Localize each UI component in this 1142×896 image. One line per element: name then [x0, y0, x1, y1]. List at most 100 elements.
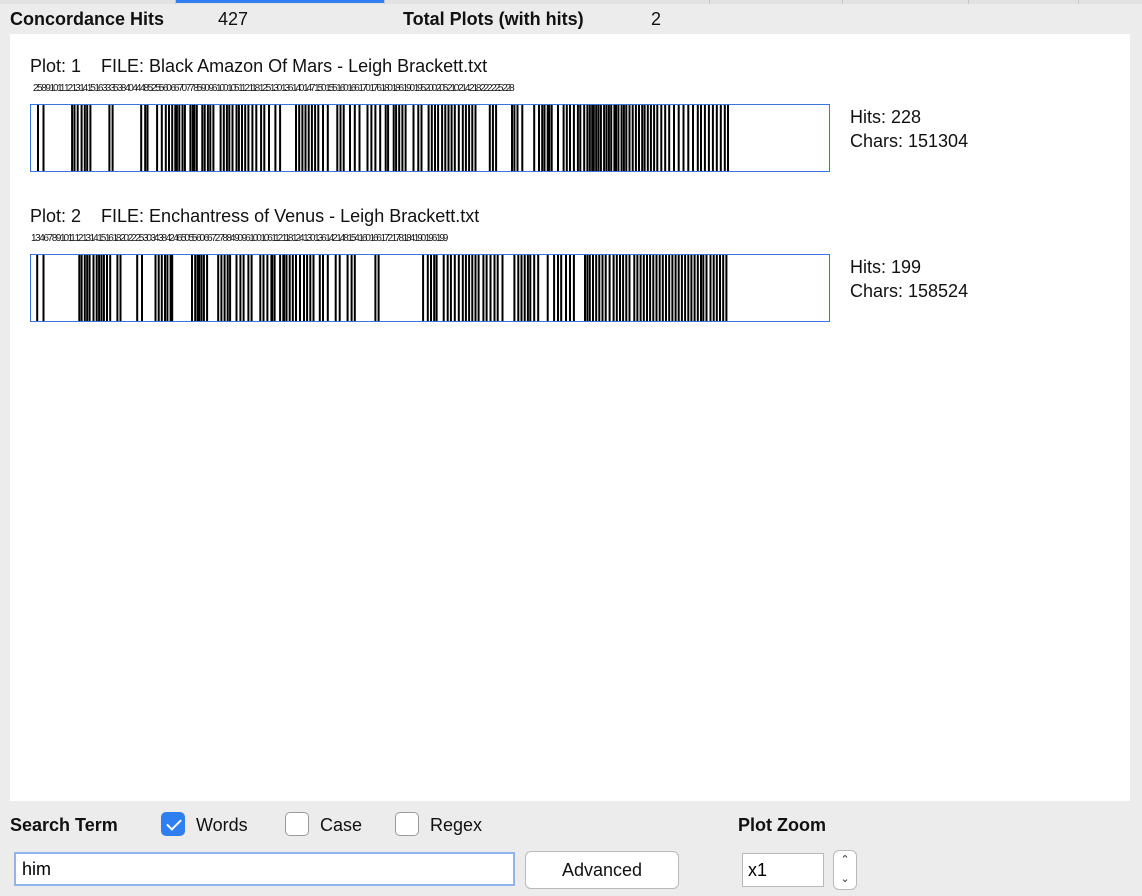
hit-mark[interactable]	[379, 105, 382, 171]
hit-mark[interactable]	[42, 255, 45, 321]
hit-mark[interactable]	[511, 105, 513, 171]
hit-mark[interactable]	[592, 255, 594, 321]
hit-mark[interactable]	[674, 255, 677, 321]
hit-mark[interactable]	[427, 105, 430, 171]
regex-label[interactable]: Regex	[430, 815, 482, 836]
hit-mark[interactable]	[646, 255, 648, 321]
hit-mark[interactable]	[453, 255, 456, 321]
hit-mark[interactable]	[442, 255, 445, 321]
hit-mark[interactable]	[550, 105, 553, 171]
hit-mark[interactable]	[100, 255, 103, 321]
hit-mark[interactable]	[262, 255, 265, 321]
hit-mark[interactable]	[168, 105, 170, 171]
hit-mark[interactable]	[295, 105, 297, 171]
hit-mark[interactable]	[285, 255, 288, 321]
hit-mark[interactable]	[164, 105, 167, 171]
hit-mark[interactable]	[711, 105, 714, 171]
hit-mark[interactable]	[639, 255, 642, 321]
hit-mark[interactable]	[553, 255, 556, 321]
hit-mark[interactable]	[493, 255, 496, 321]
hit-mark[interactable]	[301, 105, 304, 171]
hit-mark[interactable]	[430, 105, 433, 171]
hit-mark[interactable]	[715, 105, 718, 171]
hit-mark[interactable]	[572, 105, 575, 171]
hit-mark[interactable]	[715, 255, 718, 321]
hit-mark[interactable]	[642, 255, 645, 321]
hit-mark[interactable]	[605, 105, 608, 171]
hit-mark[interactable]	[310, 105, 313, 171]
hit-mark[interactable]	[595, 255, 598, 321]
hit-mark[interactable]	[488, 105, 491, 171]
plot-barcode[interactable]	[30, 254, 830, 322]
hit-mark[interactable]	[226, 255, 229, 321]
hit-mark[interactable]	[141, 255, 143, 321]
hit-mark[interactable]	[36, 255, 39, 321]
hit-mark[interactable]	[430, 255, 432, 321]
hit-mark[interactable]	[588, 105, 591, 171]
hit-mark[interactable]	[92, 255, 95, 321]
hit-mark[interactable]	[76, 105, 79, 171]
hit-mark[interactable]	[295, 255, 297, 321]
hit-mark[interactable]	[628, 105, 631, 171]
hit-mark[interactable]	[461, 105, 464, 171]
hit-mark[interactable]	[247, 105, 250, 171]
advanced-button[interactable]: Advanced	[525, 851, 679, 889]
hit-mark[interactable]	[374, 255, 377, 321]
hit-mark[interactable]	[690, 255, 693, 321]
hit-mark[interactable]	[548, 105, 551, 171]
hit-mark[interactable]	[263, 105, 266, 171]
hit-mark[interactable]	[646, 105, 649, 171]
hit-mark[interactable]	[622, 105, 625, 171]
hit-mark[interactable]	[719, 105, 722, 171]
hit-mark[interactable]	[209, 105, 212, 171]
hit-mark[interactable]	[83, 105, 86, 171]
hit-mark[interactable]	[702, 255, 705, 321]
hit-mark[interactable]	[450, 105, 453, 171]
hit-mark[interactable]	[464, 255, 467, 321]
hit-mark[interactable]	[109, 255, 112, 321]
hit-mark[interactable]	[615, 105, 617, 171]
hit-mark[interactable]	[119, 255, 122, 321]
hit-mark[interactable]	[353, 255, 356, 321]
case-checkbox[interactable]	[285, 812, 309, 836]
hit-mark[interactable]	[496, 255, 499, 321]
hit-mark[interactable]	[259, 255, 262, 321]
hit-mark[interactable]	[98, 255, 101, 321]
hit-mark[interactable]	[658, 255, 661, 321]
hit-mark[interactable]	[477, 255, 480, 321]
hit-mark[interactable]	[677, 255, 680, 321]
hit-mark[interactable]	[225, 105, 228, 171]
hit-mark[interactable]	[449, 255, 452, 321]
hit-mark[interactable]	[447, 105, 450, 171]
hit-mark[interactable]	[638, 105, 640, 171]
case-label[interactable]: Case	[320, 815, 362, 836]
search-input[interactable]	[14, 852, 515, 886]
hit-mark[interactable]	[201, 105, 204, 171]
hit-mark[interactable]	[198, 255, 201, 321]
hit-mark[interactable]	[457, 105, 460, 171]
hit-mark[interactable]	[166, 255, 169, 321]
hit-mark[interactable]	[106, 255, 108, 321]
hit-mark[interactable]	[598, 255, 601, 321]
hit-mark[interactable]	[200, 255, 203, 321]
hit-mark[interactable]	[322, 105, 324, 171]
hit-mark[interactable]	[377, 255, 380, 321]
hit-mark[interactable]	[228, 105, 231, 171]
hit-mark[interactable]	[576, 105, 579, 171]
hit-mark[interactable]	[665, 255, 667, 321]
hit-mark[interactable]	[693, 255, 696, 321]
hit-mark[interactable]	[235, 255, 238, 321]
hit-mark[interactable]	[384, 105, 387, 171]
hit-mark[interactable]	[601, 255, 604, 321]
hit-mark[interactable]	[322, 255, 324, 321]
hit-mark[interactable]	[398, 105, 401, 171]
hit-mark[interactable]	[631, 105, 634, 171]
hit-mark[interactable]	[223, 255, 226, 321]
hit-mark[interactable]	[251, 105, 254, 171]
hit-mark[interactable]	[140, 105, 143, 171]
hit-mark[interactable]	[464, 105, 467, 171]
hit-mark[interactable]	[279, 255, 282, 321]
words-checkbox[interactable]	[161, 812, 185, 836]
hit-mark[interactable]	[291, 255, 294, 321]
hit-mark[interactable]	[314, 105, 317, 171]
